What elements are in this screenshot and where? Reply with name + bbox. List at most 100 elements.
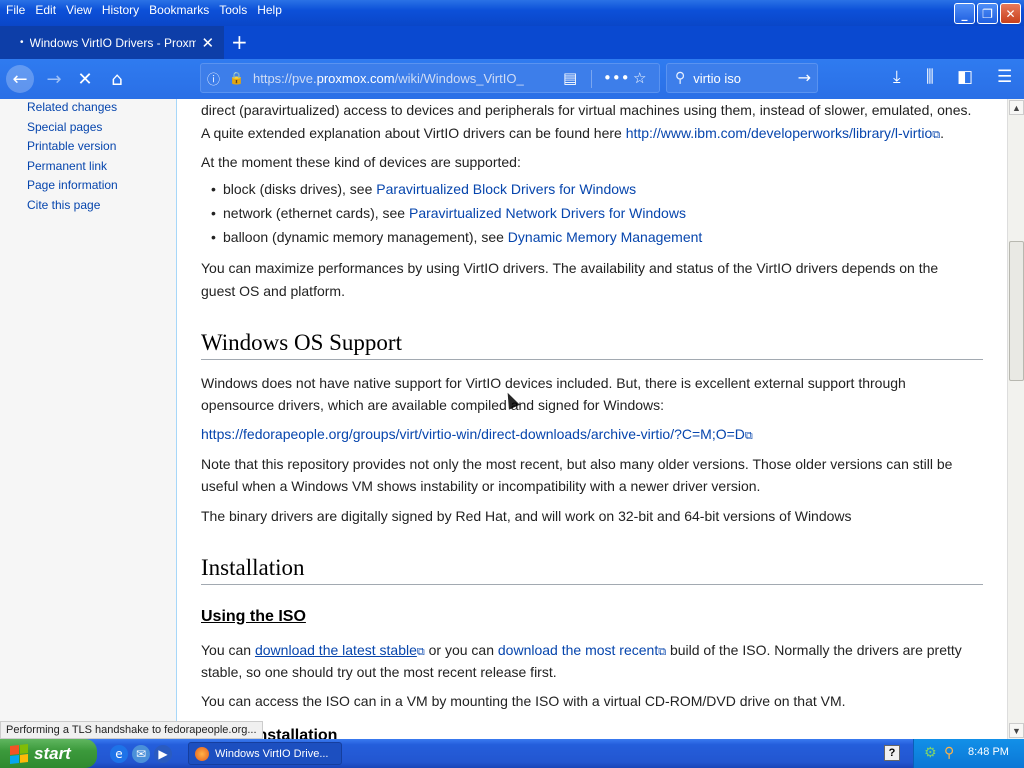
search-input[interactable]: virtio iso — [693, 71, 793, 86]
info-icon[interactable]: ⓘ — [207, 69, 229, 88]
ibm-virtio-link[interactable]: http://www.ibm.com/developerworks/librar… — [626, 125, 933, 141]
content-border — [176, 99, 177, 739]
menu-edit[interactable]: Edit — [31, 1, 62, 19]
media-player-icon[interactable]: ▶ — [154, 745, 172, 763]
fedora-archive-link[interactable]: https://fedorapeople.org/groups/virt/vir… — [201, 426, 745, 442]
sidebar-link-printable-version[interactable]: Printable version — [27, 139, 116, 153]
tab-title: Windows VirtIO Drivers - Proxmox — [29, 35, 196, 50]
menu-view[interactable]: View — [62, 1, 98, 19]
maximize-paragraph-line1: You can maximize performances by using V… — [201, 260, 939, 276]
menu-bookmarks[interactable]: Bookmarks — [145, 1, 215, 19]
page-actions-icon[interactable]: ••• — [603, 69, 630, 87]
hamburger-menu-icon[interactable]: ☰ — [997, 67, 1012, 87]
scroll-down-icon[interactable]: ▼ — [1009, 723, 1024, 738]
tab-windows-virtio[interactable]: • Windows VirtIO Drivers - Proxmox ✕ — [0, 26, 224, 59]
list-item: balloon (dynamic memory management), see… — [223, 229, 703, 245]
maximize-button[interactable]: ❐ — [977, 3, 998, 24]
block-drivers-link[interactable]: Paravirtualized Block Drivers for Window… — [376, 181, 636, 197]
bookmark-star-icon[interactable]: ☆ — [633, 69, 646, 87]
url-divider — [591, 70, 592, 88]
minimize-button[interactable]: _ — [954, 3, 975, 24]
heading-installation: Installation — [201, 555, 305, 580]
taskbar-window-button[interactable]: Windows VirtIO Drive... — [188, 742, 342, 765]
repo-paragraph-line1: Note that this repository provides not o… — [201, 456, 953, 472]
back-icon[interactable]: ← — [6, 65, 34, 93]
email-client-icon[interactable]: ✉ — [132, 745, 150, 763]
library-icon[interactable]: ⫼ — [926, 67, 934, 87]
external-link-icon: ⧉ — [744, 430, 753, 442]
tab-bar: • Windows VirtIO Drivers - Proxmox ✕ + — [0, 26, 1024, 59]
forward-icon[interactable]: → — [40, 65, 68, 93]
menu-bar: File Edit View History Bookmarks Tools H… — [2, 1, 288, 19]
menu-history[interactable]: History — [98, 1, 145, 19]
title-menu-bar: File Edit View History Bookmarks Tools H… — [0, 0, 1024, 26]
downloads-icon[interactable]: ⤓ — [893, 67, 901, 87]
scroll-up-icon[interactable]: ▲ — [1009, 100, 1024, 115]
heading-rule — [201, 584, 983, 585]
search-go-icon[interactable]: → — [798, 68, 811, 87]
tab-close-icon[interactable]: ✕ — [202, 34, 215, 52]
download-latest-stable-link[interactable]: download the latest stable — [255, 642, 417, 658]
start-button[interactable]: start — [0, 739, 97, 768]
sidebar-link-cite-this-page[interactable]: Cite this page — [27, 198, 100, 212]
firefox-icon — [195, 746, 209, 761]
tab-loading-icon: • — [20, 37, 24, 48]
start-label: start — [34, 743, 71, 763]
bullet-icon: • — [211, 229, 216, 245]
url-text[interactable]: https://pve.proxmox.com/wiki/Windows_Vir… — [253, 71, 553, 86]
bullet-icon: • — [211, 205, 216, 221]
network-drivers-link[interactable]: Paravirtualized Network Drivers for Wind… — [409, 205, 686, 221]
taskbar-window-label: Windows VirtIO Drive... — [215, 747, 329, 760]
url-bar[interactable]: ⓘ 🔒 https://pve.proxmox.com/wiki/Windows… — [200, 63, 660, 93]
internet-explorer-icon[interactable]: e — [110, 745, 128, 763]
menu-tools[interactable]: Tools — [215, 1, 253, 19]
sidebar-link-permanent-link[interactable]: Permanent link — [27, 159, 107, 173]
windows-paragraph-line1: Windows does not have native support for… — [201, 375, 906, 391]
external-link-icon: ⧉ — [416, 646, 425, 658]
window-controls: _ ❐ ✕ — [954, 3, 1021, 24]
stop-icon[interactable]: ✕ — [71, 65, 99, 93]
sidebar-toggle-icon[interactable]: ◧ — [957, 67, 973, 87]
help-icon[interactable]: ? — [884, 745, 900, 761]
close-window-button[interactable]: ✕ — [1000, 3, 1021, 24]
external-link-icon: ⧉ — [932, 129, 941, 141]
access-paragraph: You can access the ISO can in a VM by mo… — [201, 693, 846, 709]
windows-paragraph-line2: opensource drivers, which are available … — [201, 397, 665, 413]
system-tray: ⚙ ⚲ 8:48 PM — [913, 739, 1024, 768]
external-link-icon: ⧉ — [658, 646, 667, 658]
download-most-recent-link[interactable]: download the most recent — [498, 642, 658, 658]
vertical-scrollbar[interactable]: ▲ ▼ — [1007, 99, 1024, 739]
search-tray-icon[interactable]: ⚲ — [944, 745, 954, 761]
sidebar-link-related-changes[interactable]: Related changes — [27, 100, 117, 114]
windows-flag-icon — [10, 743, 28, 764]
menu-file[interactable]: File — [2, 1, 31, 19]
scrollbar-thumb[interactable] — [1009, 241, 1024, 381]
iso-paragraph-line2: stable, so one should try out the most r… — [201, 664, 557, 680]
dynamic-memory-link[interactable]: Dynamic Memory Management — [508, 229, 703, 245]
menu-help[interactable]: Help — [253, 1, 288, 19]
heading-windows-os-support: Windows OS Support — [201, 330, 402, 355]
lock-icon: 🔒 — [229, 71, 244, 85]
bullet-icon: • — [211, 181, 216, 197]
new-tab-button[interactable]: + — [231, 30, 248, 54]
page-viewport: Related changes Special pages Printable … — [0, 99, 1024, 739]
reader-view-icon[interactable]: ▤ — [563, 69, 577, 87]
sidebar-link-special-pages[interactable]: Special pages — [27, 120, 102, 134]
sidebar-link-page-information[interactable]: Page information — [27, 178, 118, 192]
home-icon[interactable]: ⌂ — [103, 65, 131, 93]
intro-paragraph-line2: A quite extended explanation about VirtI… — [201, 125, 944, 141]
network-icon[interactable]: ⚙ — [924, 745, 937, 761]
clock[interactable]: 8:48 PM — [968, 746, 1009, 758]
navigation-bar: ← → ✕ ⌂ ⓘ 🔒 https://pve.proxmox.com/wiki… — [0, 59, 1024, 99]
repo-paragraph-line2: useful when a Windows VM shows instabili… — [201, 478, 761, 494]
search-bar[interactable]: ⚲ virtio iso → — [666, 63, 818, 93]
cut-off-heading: installation — [253, 727, 338, 739]
maximize-paragraph-line2: guest OS and platform. — [201, 283, 345, 299]
intro-paragraph-line1: direct (paravirtualized) access to devic… — [201, 102, 972, 118]
status-text: Performing a TLS handshake to fedorapeop… — [0, 721, 263, 739]
heading-rule — [201, 359, 983, 360]
signed-paragraph: The binary drivers are digitally signed … — [201, 508, 852, 524]
list-item: block (disks drives), see Paravirtualize… — [223, 181, 637, 197]
fedora-link-line: https://fedorapeople.org/groups/virt/vir… — [201, 423, 991, 448]
supported-intro: At the moment these kind of devices are … — [201, 154, 521, 170]
